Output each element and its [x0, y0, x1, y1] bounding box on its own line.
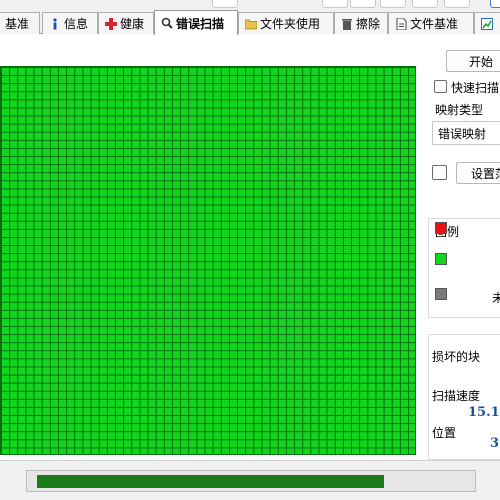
- document-icon: [395, 17, 407, 30]
- surface-block-map: [0, 66, 416, 455]
- settings-range-button[interactable]: 设置范: [456, 162, 500, 184]
- tab-folder-usage[interactable]: 文件夹使用: [238, 12, 334, 34]
- toolbar-button[interactable]: [322, 0, 348, 8]
- chart-icon: [481, 17, 493, 30]
- toolbar-button[interactable]: [490, 0, 500, 8]
- toolbar-button[interactable]: [412, 0, 438, 8]
- tab-file-benchmark[interactable]: 文件基准: [388, 12, 474, 34]
- scan-speed-value: 15.11: [468, 405, 500, 420]
- status-bar: [0, 460, 500, 500]
- quick-scan-checkbox[interactable]: [434, 80, 447, 93]
- legend-swatch-green: [435, 253, 447, 265]
- tab-health[interactable]: 健康: [98, 12, 154, 34]
- quick-scan-label: 快速扫描: [451, 81, 500, 95]
- tab-label: 健康: [120, 17, 145, 31]
- toolbar-button[interactable]: [350, 0, 376, 8]
- legend-swatch-gray: [435, 288, 447, 300]
- tab-more[interactable]: [474, 12, 500, 34]
- tab-label: 错误扫描: [176, 16, 225, 31]
- scan-progress-bar: [26, 470, 476, 492]
- mapping-type-select[interactable]: 错误映射: [432, 121, 500, 145]
- health-cross-icon: [105, 17, 117, 30]
- position-value: 3.: [490, 436, 500, 451]
- folder-icon: [245, 18, 257, 30]
- position-label: 位置: [432, 426, 457, 440]
- tab-erase[interactable]: 擦除: [334, 12, 388, 34]
- toolbar-button[interactable]: [444, 0, 470, 8]
- toolbar-button[interactable]: [212, 0, 238, 8]
- settings-range-checkbox[interactable]: [432, 165, 447, 180]
- damaged-blocks-label: 损坏的块: [432, 350, 481, 364]
- tab-error-scan[interactable]: 错误扫描: [154, 10, 238, 35]
- legend-label-unscanned: 未: [492, 291, 500, 305]
- mapping-type-label: 映射类型: [435, 103, 484, 117]
- tab-label: 文件夹使用: [260, 17, 321, 31]
- start-button[interactable]: 开始: [446, 50, 500, 72]
- top-toolbar-strip: [0, 0, 500, 10]
- scan-progress-fill: [37, 475, 384, 488]
- tab-benchmark[interactable]: 基准: [0, 12, 40, 34]
- tab-label: 信息: [64, 17, 89, 31]
- tab-label: 基准: [5, 17, 30, 31]
- info-icon: [49, 17, 61, 30]
- tab-label: 擦除: [356, 17, 381, 31]
- scan-speed-label: 扫描速度: [432, 389, 481, 403]
- toolbar-button[interactable]: [380, 0, 406, 8]
- tab-bar: 基准 信息 健康 错误扫描 文件夹使用 擦除 文件基准: [0, 10, 500, 35]
- tab-info[interactable]: 信息: [42, 12, 98, 34]
- tab-label: 文件基准: [410, 17, 459, 31]
- legend-swatch-red: [435, 222, 447, 234]
- magnifier-icon: [161, 17, 173, 29]
- trash-icon: [341, 18, 353, 30]
